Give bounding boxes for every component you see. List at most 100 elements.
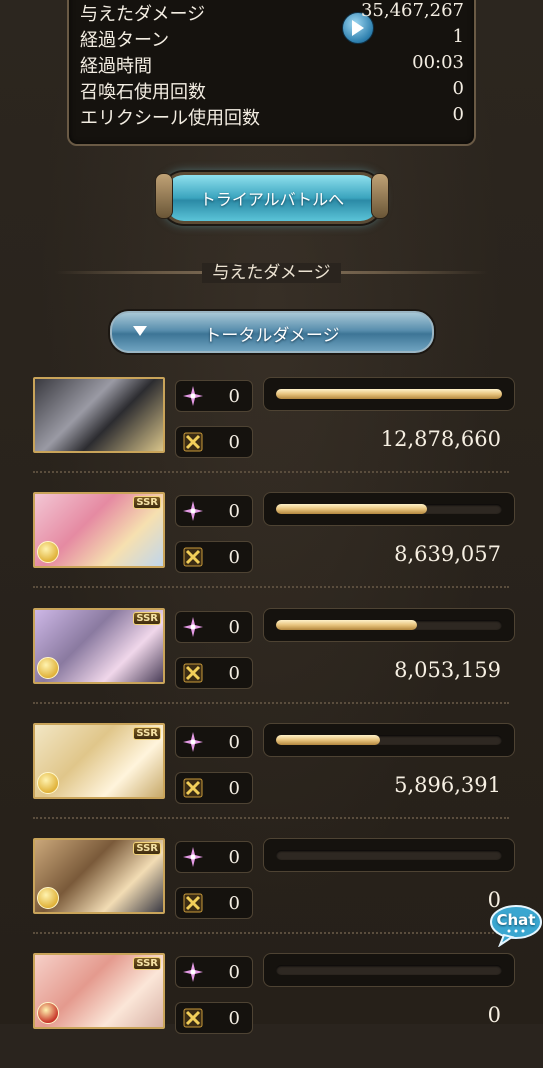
element-icon [37,657,59,679]
row-divider [33,471,509,473]
damage-bar [263,723,515,757]
stat-value: 0 [452,78,464,99]
special-count: 0 [228,778,240,799]
damage-bar [263,953,515,987]
special-count: 0 [228,893,240,914]
damage-bar-track [276,389,502,399]
damage-row: SSR 0 0 0 [33,953,515,1068]
sparkle-icon [183,847,203,867]
damage-type-dropdown[interactable]: トータルダメージ [110,311,434,353]
row-divider [33,817,509,819]
sparkle-icon [183,386,203,406]
character-portrait[interactable]: SSR [33,608,165,684]
stat-label: 経過時間 [80,56,152,77]
ougi-count: 0 [228,732,240,753]
damage-value: 5,896,391 [394,773,501,797]
damage-bar-fill [276,735,380,745]
chat-button-label: Chat [496,911,536,929]
element-icon [37,772,59,794]
ougi-count-chip: 0 [175,726,253,758]
ssr-badge: SSR [133,612,161,625]
damage-bar [263,377,515,411]
ssr-badge: SSR [133,496,161,509]
damage-row: SSR 0 0 0 [33,838,515,953]
crossed-swords-icon [183,893,203,913]
damage-row: SSR 0 0 8,053,159 [33,608,515,723]
ssr-badge: SSR [133,957,161,970]
ougi-count-chip: 0 [175,380,253,412]
ougi-count: 0 [228,501,240,522]
dropdown-selected-label: トータルダメージ [204,326,340,346]
ougi-count: 0 [228,847,240,868]
row-divider [33,586,509,588]
special-count-chip: 0 [175,541,253,573]
stat-row-elixirs: エリクシール使用回数 0 [80,104,464,129]
special-count-chip: 0 [175,1002,253,1034]
special-count-chip: 0 [175,657,253,689]
row-divider [33,932,509,934]
chat-button[interactable]: Chat [490,905,542,948]
damage-bar-fill [276,620,417,630]
character-portrait[interactable]: SSR [33,492,165,568]
special-count: 0 [228,1008,240,1029]
damage-bar [263,492,515,526]
crossed-swords-icon [183,778,203,798]
damage-bar-track [276,735,502,745]
ougi-count-chip: 0 [175,495,253,527]
crossed-swords-icon [183,432,203,452]
stat-label: 召喚石使用回数 [80,82,206,103]
element-icon [37,1002,59,1024]
damage-bar-fill [276,389,502,399]
damage-bar-track [276,620,502,630]
special-count: 0 [228,547,240,568]
section-title-text: 与えたダメージ [202,263,341,283]
row-divider [33,702,509,704]
special-count-chip: 0 [175,887,253,919]
damage-bar-track [276,850,502,860]
ougi-count-chip: 0 [175,841,253,873]
ougi-count: 0 [228,962,240,983]
damage-bar [263,838,515,872]
ougi-count: 0 [228,386,240,407]
stat-label: 与えたダメージ [80,4,206,25]
ougi-count: 0 [228,617,240,638]
crossed-swords-icon [183,1008,203,1028]
special-count: 0 [228,663,240,684]
special-count-chip: 0 [175,426,253,458]
ssr-badge: SSR [133,727,161,740]
sparkle-icon [183,617,203,637]
stat-value: 35,467,267 [360,0,464,21]
ougi-count-chip: 0 [175,956,253,988]
sparkle-icon [183,501,203,521]
stat-label: エリクシール使用回数 [80,108,260,129]
damage-value: 0 [487,1003,501,1027]
stat-row-time: 経過時間 00:03 [80,52,464,77]
ssr-badge: SSR [133,842,161,855]
damage-bar-track [276,965,502,975]
special-count: 0 [228,432,240,453]
damage-value: 12,878,660 [380,427,501,451]
stat-row-summons: 召喚石使用回数 0 [80,78,464,103]
ougi-count-chip: 0 [175,611,253,643]
stat-value: 1 [452,26,464,47]
character-portrait[interactable]: SSR [33,838,165,914]
character-portrait[interactable] [33,377,165,453]
section-title: 与えたダメージ [0,258,543,286]
crossed-swords-icon [183,547,203,567]
damage-bar-fill [276,504,427,514]
stat-label: 経過ターン [80,30,170,51]
damage-row: SSR 0 0 5,896,391 [33,723,515,838]
damage-row: 0 0 12,878,660 [33,377,515,492]
damage-value: 8,639,057 [394,542,501,566]
sparkle-icon [183,732,203,752]
damage-bar [263,608,515,642]
stat-row-turns: 経過ターン 1 [80,26,464,51]
element-icon [37,541,59,563]
damage-bar-track [276,504,502,514]
sparkle-icon [183,962,203,982]
special-count-chip: 0 [175,772,253,804]
battle-stats-panel: 与えたダメージ 35,467,267 経過ターン 1 経過時間 00:03 召喚… [67,0,476,146]
character-portrait[interactable]: SSR [33,953,165,1029]
character-portrait[interactable]: SSR [33,723,165,799]
trial-battle-button[interactable]: トライアルバトルへ [155,172,389,224]
